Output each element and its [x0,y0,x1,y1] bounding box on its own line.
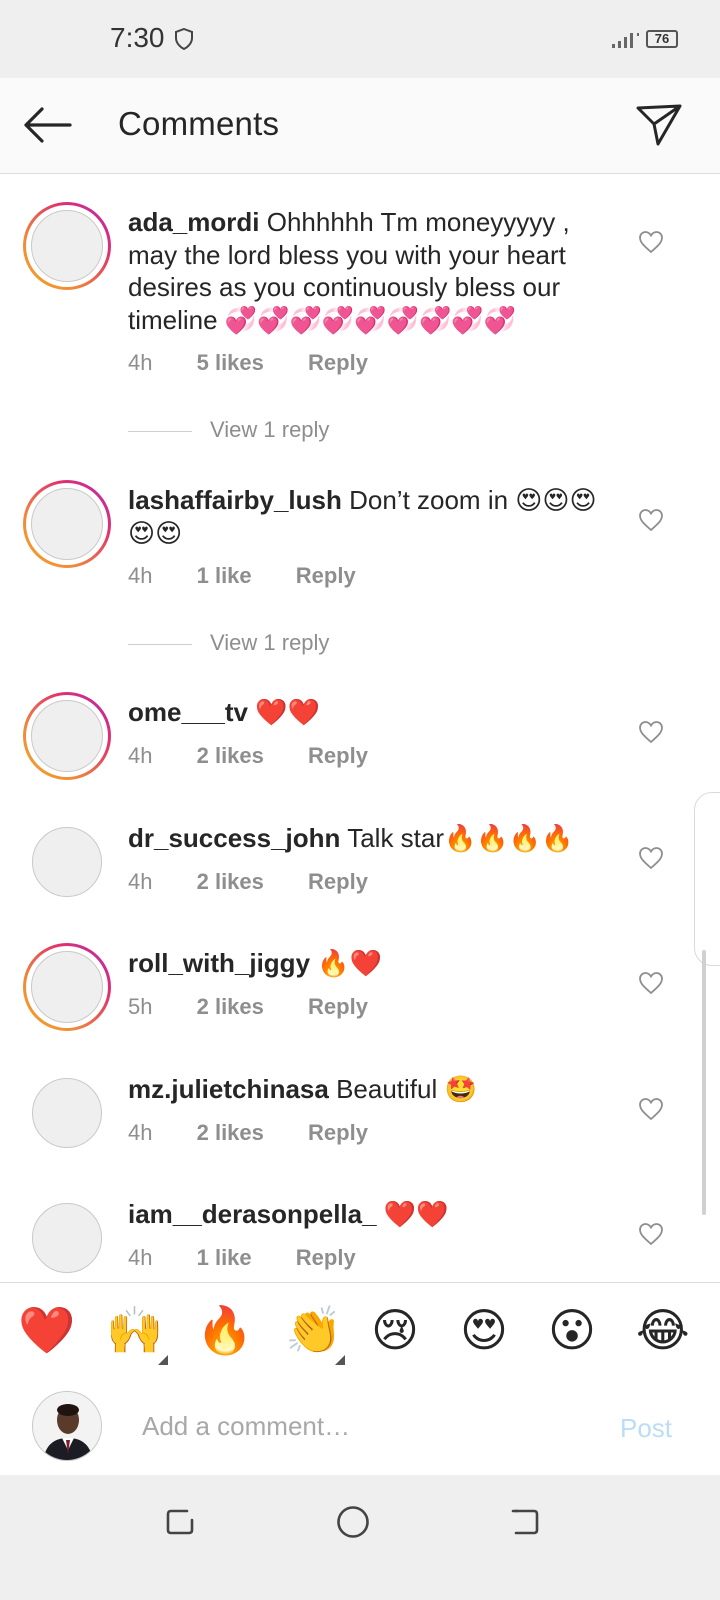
comment-time: 4h [128,869,153,894]
emoji-raising-hands[interactable]: 🙌 [106,1305,163,1355]
avatar-story-ring[interactable] [23,480,111,568]
comment-likes[interactable]: 1 like [197,1245,252,1270]
comment-composer: Add a comment… Post [0,1377,720,1475]
heart-icon[interactable] [638,1097,664,1121]
side-drawer-handle[interactable] [694,792,720,966]
avatar-wrapper[interactable] [23,1069,111,1157]
comment-text: ❤️❤️ [255,697,320,727]
user-portrait-icon [33,1392,101,1460]
emoji-reaction-bar: ❤️ 🙌 🔥 👏 😢 😍 😮 😂 [0,1282,720,1378]
comment-text: Talk star🔥🔥🔥🔥 [347,823,574,853]
avatar-wrapper[interactable] [23,818,111,906]
heart-icon[interactable] [638,508,664,532]
comment-username[interactable]: mz.julietchinasa [128,1074,329,1104]
comment-username[interactable]: ada_mordi [128,207,260,237]
comment-likes[interactable]: 2 likes [197,1120,264,1145]
avatar [32,1078,102,1148]
reply-button[interactable]: Reply [296,1245,356,1270]
back-arrow-icon[interactable] [22,105,72,145]
emoji-heart-eyes[interactable]: 😍 [460,1305,508,1355]
comment-time: 4h [128,350,153,375]
comment-meta: 4h 1 like Reply [128,563,394,589]
comments-header: Comments [0,78,720,174]
status-bar: 7:30 76 [0,0,720,78]
comment-likes[interactable]: 2 likes [197,743,264,768]
comment-likes[interactable]: 1 like [197,563,252,588]
heart-icon[interactable] [638,720,664,744]
page-title: Comments [118,105,280,142]
skin-tone-indicator-icon [158,1355,168,1365]
emoji-crying-face[interactable]: 😢 [371,1305,419,1355]
home-circle-icon[interactable] [335,1504,371,1540]
comment-text: Beautiful 🤩 [336,1074,477,1104]
comment-meta: 4h 2 likes Reply [128,743,406,769]
view-replies-link[interactable]: View 1 reply [128,630,329,656]
comment-text: 🔥❤️ [317,948,383,978]
view-replies-link[interactable]: View 1 reply [128,417,329,443]
comment-username[interactable]: dr_success_john [128,823,340,853]
status-time: 7:30 [110,22,165,53]
avatar [31,700,103,772]
avatar-story-ring[interactable] [23,202,111,290]
reply-button[interactable]: Reply [308,994,368,1019]
comment-likes[interactable]: 2 likes [197,869,264,894]
skin-tone-indicator-icon [335,1355,345,1365]
comment-meta: 4h 1 like Reply [128,1245,394,1271]
heart-icon[interactable] [638,230,664,254]
avatar [32,1203,102,1273]
comment-time: 5h [128,994,153,1019]
comment-time: 4h [128,1120,153,1145]
emoji-clapping-hands[interactable]: 👏 [285,1305,342,1355]
comment-time: 4h [128,743,153,768]
heart-icon[interactable] [638,971,664,995]
comment-text: ❤️❤️ [383,1199,449,1229]
emoji-joy[interactable]: 😂 [636,1305,690,1355]
avatar [31,488,103,560]
comment-username[interactable]: lashaffairby_lush [128,485,342,515]
heart-icon[interactable] [638,1222,664,1246]
comment-meta: 5h 2 likes Reply [128,994,406,1020]
comment-username[interactable]: ome___tv [128,697,248,727]
direct-send-icon[interactable] [634,100,684,150]
comment-meta: 4h 2 likes Reply [128,1120,406,1146]
recent-apps-icon[interactable] [163,1505,197,1539]
divider [128,430,192,432]
comment-likes[interactable]: 5 likes [197,350,264,375]
avatar-wrapper[interactable] [23,1194,111,1282]
avatar [32,827,102,897]
avatar-story-ring[interactable] [23,943,111,1031]
shield-icon [175,28,193,50]
comment-likes[interactable]: 2 likes [197,994,264,1019]
reply-button[interactable]: Reply [296,563,356,588]
battery-icon: 76 [646,30,678,48]
heart-icon[interactable] [638,846,664,870]
comment-username[interactable]: roll_with_jiggy [128,948,310,978]
reply-button[interactable]: Reply [308,350,368,375]
current-user-avatar [32,1391,102,1461]
avatar-story-ring[interactable] [23,692,111,780]
comment-time: 4h [128,563,153,588]
comment-meta: 4h 2 likes Reply [128,869,406,895]
reply-button[interactable]: Reply [308,743,368,768]
emoji-surprised-face[interactable]: 😮 [548,1305,596,1355]
comment-input[interactable]: Add a comment… [142,1411,350,1442]
scrollbar[interactable] [702,950,706,1215]
emoji-fire[interactable]: 🔥 [196,1305,253,1355]
system-nav-bar [0,1475,720,1600]
reply-button[interactable]: Reply [308,869,368,894]
post-button[interactable]: Post [620,1413,672,1444]
avatar [31,951,103,1023]
back-nav-icon[interactable] [508,1505,542,1539]
comment-meta: 4h 5 likes Reply [128,350,406,376]
emoji-heart[interactable]: ❤️ [18,1305,75,1355]
comment-username[interactable]: iam__derasonpella_ [128,1199,377,1229]
signal-icon [612,33,639,48]
divider [128,643,192,645]
comment-time: 4h [128,1245,153,1270]
avatar [31,210,103,282]
reply-button[interactable]: Reply [308,1120,368,1145]
